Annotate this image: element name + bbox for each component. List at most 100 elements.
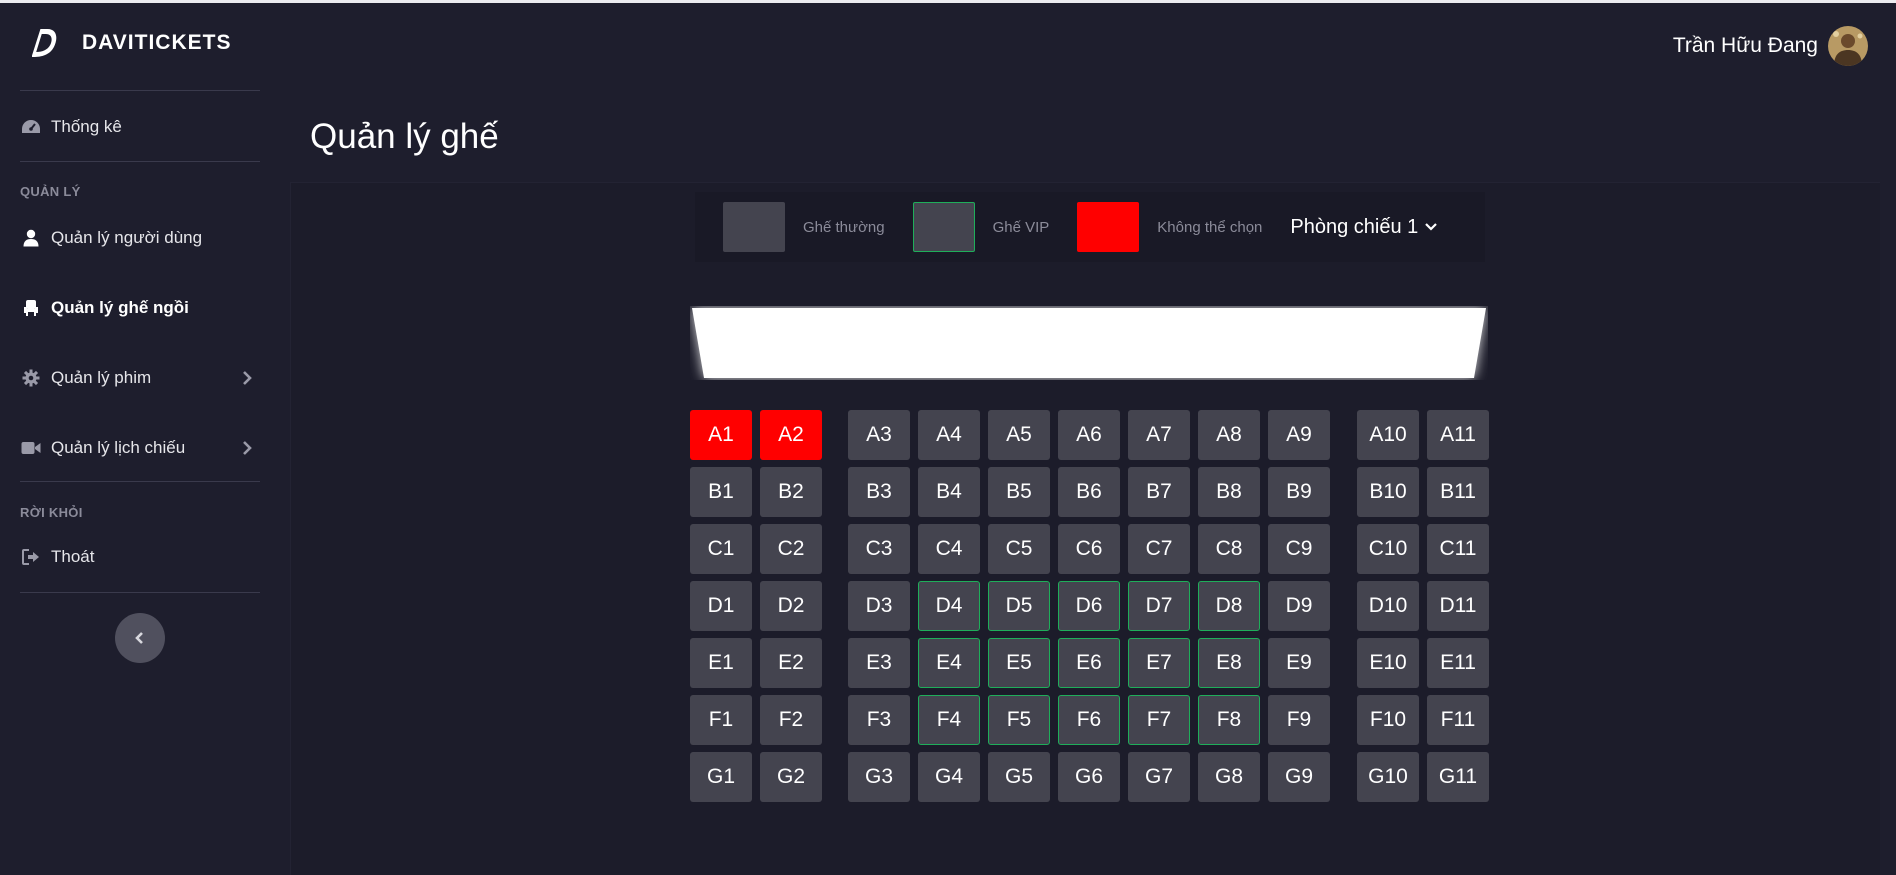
seat-b7[interactable]: B7 bbox=[1128, 467, 1190, 517]
seat-c11[interactable]: C11 bbox=[1427, 524, 1489, 574]
seat-d6[interactable]: D6 bbox=[1058, 581, 1120, 631]
seat-g5[interactable]: G5 bbox=[988, 752, 1050, 802]
room-select[interactable]: Phòng chiếu 1 bbox=[1290, 216, 1438, 239]
seat-b1[interactable]: B1 bbox=[690, 467, 752, 517]
seat-a10[interactable]: A10 bbox=[1357, 410, 1419, 460]
sidebar-item-seats[interactable]: Quản lý ghế ngồi bbox=[20, 291, 260, 325]
legend-label-normal: Ghế thường bbox=[803, 218, 885, 236]
seat-e4[interactable]: E4 bbox=[918, 638, 980, 688]
seat-f6[interactable]: F6 bbox=[1058, 695, 1120, 745]
seat-d11[interactable]: D11 bbox=[1427, 581, 1489, 631]
seat-e1[interactable]: E1 bbox=[690, 638, 752, 688]
seat-c9[interactable]: C9 bbox=[1268, 524, 1330, 574]
seat-b6[interactable]: B6 bbox=[1058, 467, 1120, 517]
sidebar-item-label: Quản lý lịch chiếu bbox=[51, 438, 186, 457]
sidebar-item-users[interactable]: Quản lý người dùng bbox=[20, 221, 260, 255]
seat-a7[interactable]: A7 bbox=[1128, 410, 1190, 460]
brand[interactable]: DAVITICKETS bbox=[32, 23, 231, 63]
seat-a3[interactable]: A3 bbox=[848, 410, 910, 460]
seat-f11[interactable]: F11 bbox=[1427, 695, 1489, 745]
seat-c10[interactable]: C10 bbox=[1357, 524, 1419, 574]
seat-b9[interactable]: B9 bbox=[1268, 467, 1330, 517]
seat-c4[interactable]: C4 bbox=[918, 524, 980, 574]
seat-e8[interactable]: E8 bbox=[1198, 638, 1260, 688]
sidebar-item-dashboard[interactable]: Thống kê bbox=[20, 110, 260, 144]
legend-swatch-normal bbox=[723, 202, 785, 252]
seat-c6[interactable]: C6 bbox=[1058, 524, 1120, 574]
user-icon bbox=[20, 227, 42, 249]
seat-d1[interactable]: D1 bbox=[690, 581, 752, 631]
seat-a9[interactable]: A9 bbox=[1268, 410, 1330, 460]
seat-d8[interactable]: D8 bbox=[1198, 581, 1260, 631]
seat-f5[interactable]: F5 bbox=[988, 695, 1050, 745]
seat-g4[interactable]: G4 bbox=[918, 752, 980, 802]
seat-g6[interactable]: G6 bbox=[1058, 752, 1120, 802]
seat-g7[interactable]: G7 bbox=[1128, 752, 1190, 802]
collapse-sidebar-button[interactable] bbox=[115, 613, 165, 663]
seat-g3[interactable]: G3 bbox=[848, 752, 910, 802]
sidebar-item-schedules[interactable]: Quản lý lịch chiếu bbox=[20, 431, 260, 465]
seat-c7[interactable]: C7 bbox=[1128, 524, 1190, 574]
seat-f1[interactable]: F1 bbox=[690, 695, 752, 745]
seat-g9[interactable]: G9 bbox=[1268, 752, 1330, 802]
seat-d3[interactable]: D3 bbox=[848, 581, 910, 631]
seat-e11[interactable]: E11 bbox=[1427, 638, 1489, 688]
seat-f7[interactable]: F7 bbox=[1128, 695, 1190, 745]
seat-g11[interactable]: G11 bbox=[1427, 752, 1489, 802]
seat-c2[interactable]: C2 bbox=[760, 524, 822, 574]
seat-d7[interactable]: D7 bbox=[1128, 581, 1190, 631]
seat-g10[interactable]: G10 bbox=[1357, 752, 1419, 802]
seat-c3[interactable]: C3 bbox=[848, 524, 910, 574]
seat-e7[interactable]: E7 bbox=[1128, 638, 1190, 688]
seat-icon bbox=[20, 297, 42, 319]
seat-e10[interactable]: E10 bbox=[1357, 638, 1419, 688]
chevron-right-icon bbox=[243, 371, 252, 385]
section-title-leave: RỜI KHỎI bbox=[20, 505, 83, 520]
seat-d10[interactable]: D10 bbox=[1357, 581, 1419, 631]
seat-a11[interactable]: A11 bbox=[1427, 410, 1489, 460]
seat-a6[interactable]: A6 bbox=[1058, 410, 1120, 460]
seat-f4[interactable]: F4 bbox=[918, 695, 980, 745]
seat-e2[interactable]: E2 bbox=[760, 638, 822, 688]
sidebar-divider bbox=[20, 90, 260, 91]
seat-f10[interactable]: F10 bbox=[1357, 695, 1419, 745]
seat-d5[interactable]: D5 bbox=[988, 581, 1050, 631]
seat-g2[interactable]: G2 bbox=[760, 752, 822, 802]
seat-c8[interactable]: C8 bbox=[1198, 524, 1260, 574]
seat-f9[interactable]: F9 bbox=[1268, 695, 1330, 745]
seat-b8[interactable]: B8 bbox=[1198, 467, 1260, 517]
seat-g1[interactable]: G1 bbox=[690, 752, 752, 802]
seat-e6[interactable]: E6 bbox=[1058, 638, 1120, 688]
sidebar-item-label: Quản lý ghế ngồi bbox=[51, 298, 189, 317]
seat-c1[interactable]: C1 bbox=[690, 524, 752, 574]
seat-b3[interactable]: B3 bbox=[848, 467, 910, 517]
seat-e5[interactable]: E5 bbox=[988, 638, 1050, 688]
seat-e3[interactable]: E3 bbox=[848, 638, 910, 688]
sidebar: DAVITICKETS Thống kê QUẢN LÝ Quản lý ngư… bbox=[0, 3, 280, 875]
seat-a8[interactable]: A8 bbox=[1198, 410, 1260, 460]
seat-b11[interactable]: B11 bbox=[1427, 467, 1489, 517]
chevron-left-icon bbox=[135, 632, 143, 644]
user-menu[interactable]: Trần Hữu Đang bbox=[1673, 25, 1868, 67]
seat-a1[interactable]: A1 bbox=[690, 410, 752, 460]
seat-d2[interactable]: D2 bbox=[760, 581, 822, 631]
cinema-screen bbox=[690, 306, 1488, 380]
seat-f8[interactable]: F8 bbox=[1198, 695, 1260, 745]
seat-d9[interactable]: D9 bbox=[1268, 581, 1330, 631]
seat-c5[interactable]: C5 bbox=[988, 524, 1050, 574]
avatar[interactable] bbox=[1828, 26, 1868, 66]
seat-b2[interactable]: B2 bbox=[760, 467, 822, 517]
seat-d4[interactable]: D4 bbox=[918, 581, 980, 631]
seat-a5[interactable]: A5 bbox=[988, 410, 1050, 460]
seat-e9[interactable]: E9 bbox=[1268, 638, 1330, 688]
seat-a4[interactable]: A4 bbox=[918, 410, 980, 460]
seat-f2[interactable]: F2 bbox=[760, 695, 822, 745]
seat-b5[interactable]: B5 bbox=[988, 467, 1050, 517]
seat-g8[interactable]: G8 bbox=[1198, 752, 1260, 802]
seat-b4[interactable]: B4 bbox=[918, 467, 980, 517]
seat-f3[interactable]: F3 bbox=[848, 695, 910, 745]
seat-b10[interactable]: B10 bbox=[1357, 467, 1419, 517]
sidebar-item-logout[interactable]: Thoát bbox=[20, 540, 260, 574]
sidebar-item-movies[interactable]: Quản lý phim bbox=[20, 361, 260, 395]
seat-a2[interactable]: A2 bbox=[760, 410, 822, 460]
